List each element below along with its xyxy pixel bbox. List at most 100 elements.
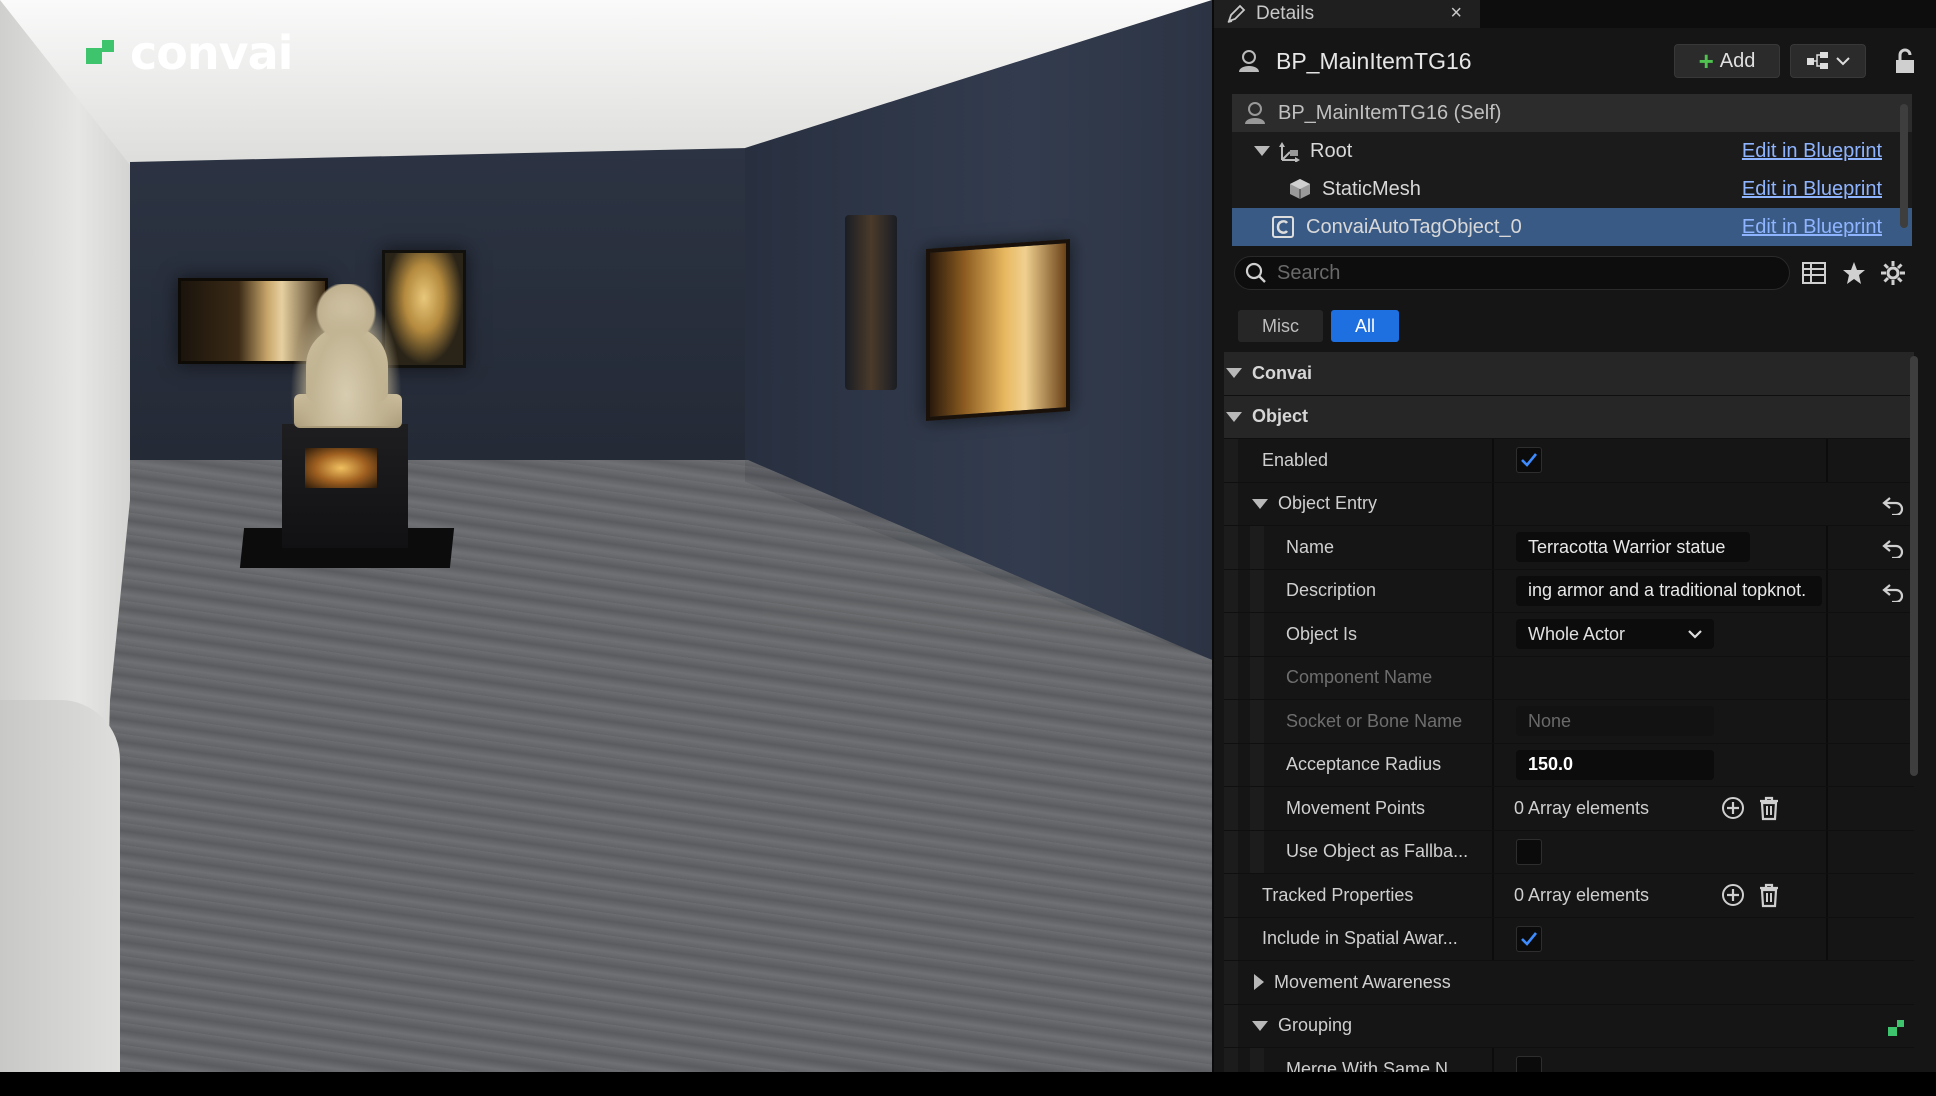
exhibit-artifact-frame <box>926 238 1070 422</box>
filter-misc[interactable]: Misc <box>1238 310 1323 342</box>
actor-component-icon <box>1272 216 1294 238</box>
table-view-icon[interactable] <box>1801 260 1827 286</box>
property-label: Merge With Same N... <box>1286 1058 1464 1072</box>
component-label: ConvaiAutoTagObject_0 <box>1306 215 1522 238</box>
spatial-awareness-checkbox[interactable] <box>1516 925 1542 952</box>
component-label: StaticMesh <box>1322 177 1421 200</box>
category-label: Object <box>1252 406 1309 427</box>
star-icon[interactable] <box>1841 260 1867 286</box>
actor-icon <box>1245 102 1265 124</box>
property-tracked-properties: Tracked Properties 0 Array elements <box>1224 874 1914 918</box>
component-label: BP_MainItemTG16 (Self) <box>1278 101 1502 124</box>
array-count: 0 Array elements <box>1514 884 1650 905</box>
property-label: Use Object as Fallba... <box>1286 841 1469 862</box>
trash-icon[interactable] <box>1756 795 1782 821</box>
property-label: Description <box>1286 580 1377 601</box>
merge-checkbox[interactable] <box>1516 1056 1542 1072</box>
property-label: Include in Spatial Awar... <box>1262 928 1458 949</box>
scene-component-icon <box>1279 142 1300 162</box>
convai-logo-mark <box>86 36 120 70</box>
gallery-pillar <box>0 700 120 1072</box>
component-row-root[interactable]: Root Edit in Blueprint <box>1232 132 1912 170</box>
category-convai[interactable]: Convai <box>1224 352 1914 396</box>
category-filter-row: Misc All <box>1214 304 1936 348</box>
details-panel: Details × BP_MainItemTG16 + Add BP_MainI… <box>1212 0 1936 1072</box>
property-label: Object Entry <box>1278 493 1378 514</box>
add-element-icon[interactable] <box>1720 795 1746 821</box>
tab-details[interactable]: Details × <box>1214 0 1480 28</box>
property-use-object-as-fallback: Use Object as Fallba... <box>1224 830 1914 874</box>
collapse-arrow-icon[interactable] <box>1254 146 1270 156</box>
blueprint-options-button[interactable] <box>1790 44 1866 78</box>
property-socket-bone-name: Socket or Bone Name None <box>1224 700 1914 744</box>
level-viewport[interactable]: convai <box>0 0 1212 1072</box>
property-grouping[interactable]: Grouping <box>1224 1004 1914 1048</box>
search-icon <box>1245 262 1266 283</box>
close-icon[interactable]: × <box>1450 2 1462 25</box>
category-object[interactable]: Object <box>1224 395 1914 439</box>
array-count: 0 Array elements <box>1514 797 1650 818</box>
static-mesh-icon <box>1290 179 1310 199</box>
socket-input: None <box>1516 706 1714 737</box>
edit-in-blueprint-link[interactable]: Edit in Blueprint <box>1742 140 1882 163</box>
property-label: Movement Awareness <box>1274 971 1451 992</box>
buddha-statue[interactable] <box>290 284 402 426</box>
collapse-arrow-icon[interactable] <box>1226 368 1242 379</box>
property-label: Object Is <box>1286 623 1358 644</box>
wall-niche <box>845 215 897 390</box>
name-input[interactable]: Terracotta Warrior statue <box>1516 532 1750 563</box>
gear-icon[interactable] <box>1880 260 1906 286</box>
property-label: Name <box>1286 536 1335 557</box>
search-input[interactable] <box>1277 261 1757 285</box>
reset-to-default-icon[interactable] <box>1882 582 1904 602</box>
enabled-checkbox[interactable] <box>1516 447 1542 474</box>
component-tree-scrollbar[interactable] <box>1900 104 1908 228</box>
collapse-arrow-icon[interactable] <box>1252 498 1268 509</box>
dropdown-value: Whole Actor <box>1528 623 1626 644</box>
reset-to-default-icon[interactable] <box>1882 538 1904 558</box>
property-label: Movement Points <box>1286 797 1426 818</box>
acceptance-radius-input[interactable]: 150.0 <box>1516 749 1714 780</box>
search-field[interactable] <box>1234 256 1790 290</box>
details-search-row <box>1214 242 1936 304</box>
convai-logo: convai <box>86 26 293 80</box>
property-grid-scrollbar[interactable] <box>1910 356 1918 776</box>
collapse-arrow-icon[interactable] <box>1252 1020 1268 1031</box>
use-fallback-checkbox[interactable] <box>1516 838 1542 865</box>
edit-in-blueprint-link[interactable]: Edit in Blueprint <box>1742 178 1882 201</box>
component-tree: BP_MainItemTG16 (Self) Root Edit in Blue… <box>1232 94 1912 246</box>
chevron-down-icon <box>1688 630 1702 639</box>
property-movement-points: Movement Points 0 Array elements <box>1224 787 1914 831</box>
property-grid: Convai Object Enabled Object Entry Name … <box>1224 352 1914 1072</box>
reset-to-default-icon[interactable] <box>1882 495 1904 515</box>
property-include-spatial-awareness: Include in Spatial Awar... <box>1224 917 1914 961</box>
component-row-self[interactable]: BP_MainItemTG16 (Self) <box>1232 94 1912 132</box>
component-row-convai-autotag[interactable]: ConvaiAutoTagObject_0 Edit in Blueprint <box>1232 208 1912 246</box>
lock-icon[interactable] <box>1894 48 1916 74</box>
property-acceptance-radius: Acceptance Radius 150.0 <box>1224 743 1914 787</box>
property-movement-awareness[interactable]: Movement Awareness <box>1224 961 1914 1005</box>
property-name: Name Terracotta Warrior statue <box>1224 526 1914 570</box>
edit-in-blueprint-link[interactable]: Edit in Blueprint <box>1742 216 1882 239</box>
checkmark-icon <box>1521 453 1538 468</box>
component-row-staticmesh[interactable]: StaticMesh Edit in Blueprint <box>1232 170 1912 208</box>
component-label: Root <box>1310 139 1353 162</box>
add-component-button[interactable]: + Add <box>1674 44 1780 78</box>
expand-arrow-icon[interactable] <box>1254 974 1264 991</box>
trash-icon[interactable] <box>1756 882 1782 908</box>
plus-icon: + <box>1698 46 1714 76</box>
property-object-entry[interactable]: Object Entry <box>1224 482 1914 526</box>
filter-all[interactable]: All <box>1331 310 1400 342</box>
collapse-arrow-icon[interactable] <box>1226 411 1242 422</box>
hierarchy-icon <box>1807 52 1828 69</box>
property-label: Enabled <box>1262 449 1329 470</box>
property-object-is: Object Is Whole Actor <box>1224 613 1914 657</box>
property-merge-with-same-name: Merge With Same N... <box>1224 1048 1914 1072</box>
convai-logo-text: convai <box>130 26 293 80</box>
object-is-dropdown[interactable]: Whole Actor <box>1516 619 1714 650</box>
property-label: Grouping <box>1278 1015 1353 1036</box>
checkmark-icon <box>1521 931 1538 946</box>
chevron-down-icon <box>1836 57 1850 66</box>
add-element-icon[interactable] <box>1720 882 1746 908</box>
description-input[interactable]: ing armor and a traditional topknot. <box>1516 575 1822 606</box>
